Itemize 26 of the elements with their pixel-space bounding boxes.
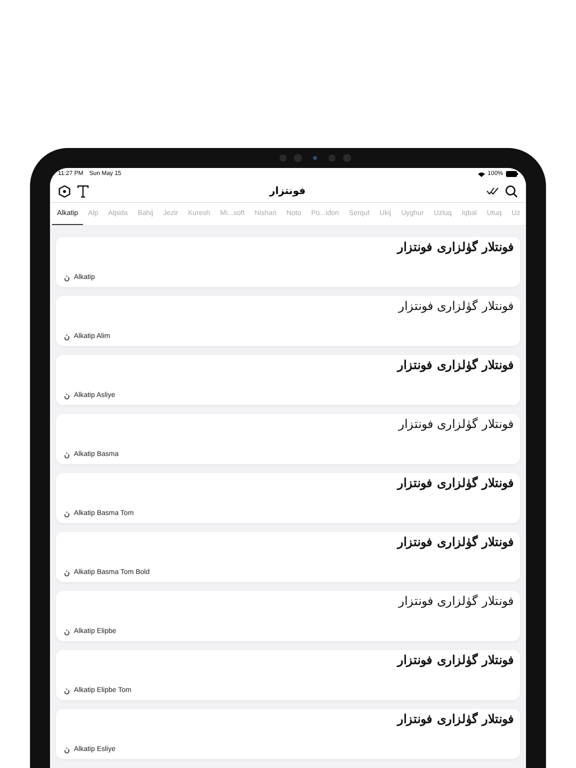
font-sample: فونتلار گۈلزارى فونتزار: [398, 476, 514, 490]
font-sample: فونتلار گۈلزارى فونتزار: [398, 535, 514, 549]
camera-icon: [278, 153, 352, 163]
battery-icon: [506, 171, 518, 177]
font-glyph: ڽ: [64, 273, 70, 282]
wifi-icon: [478, 172, 485, 176]
font-sample: فونتلار گۈلزارى فونتزار: [398, 417, 514, 431]
font-glyph: ڽ: [64, 391, 70, 400]
double-check-icon[interactable]: [486, 187, 499, 195]
font-sample: فونتلار گۈلزارى فونتزار: [398, 358, 514, 372]
font-sample: فونتلار گۈلزارى فونتزار: [398, 240, 514, 254]
search-icon[interactable]: [505, 184, 518, 198]
font-sample: فونتلار گۈلزارى فونتزار: [398, 712, 514, 726]
font-glyph: ڽ: [64, 745, 70, 754]
text-icon[interactable]: [77, 184, 89, 198]
window-title: فونتزار: [269, 186, 306, 196]
font-sample: فونتلار گۈلزارى فونتزار: [398, 594, 514, 608]
font-glyph: ڽ: [64, 332, 70, 341]
font-sample: فونتلار گۈلزارى فونتزار: [398, 653, 514, 667]
font-glyph: ڽ: [64, 686, 70, 695]
font-glyph: ڽ: [64, 568, 70, 577]
font-sample: فونتلار گۈلزارى فونتزار: [398, 299, 514, 313]
font-glyph: ڽ: [64, 627, 70, 636]
font-glyph: ڽ: [64, 450, 70, 459]
hexagon-icon[interactable]: [58, 184, 71, 198]
font-glyph: ڽ: [64, 509, 70, 518]
